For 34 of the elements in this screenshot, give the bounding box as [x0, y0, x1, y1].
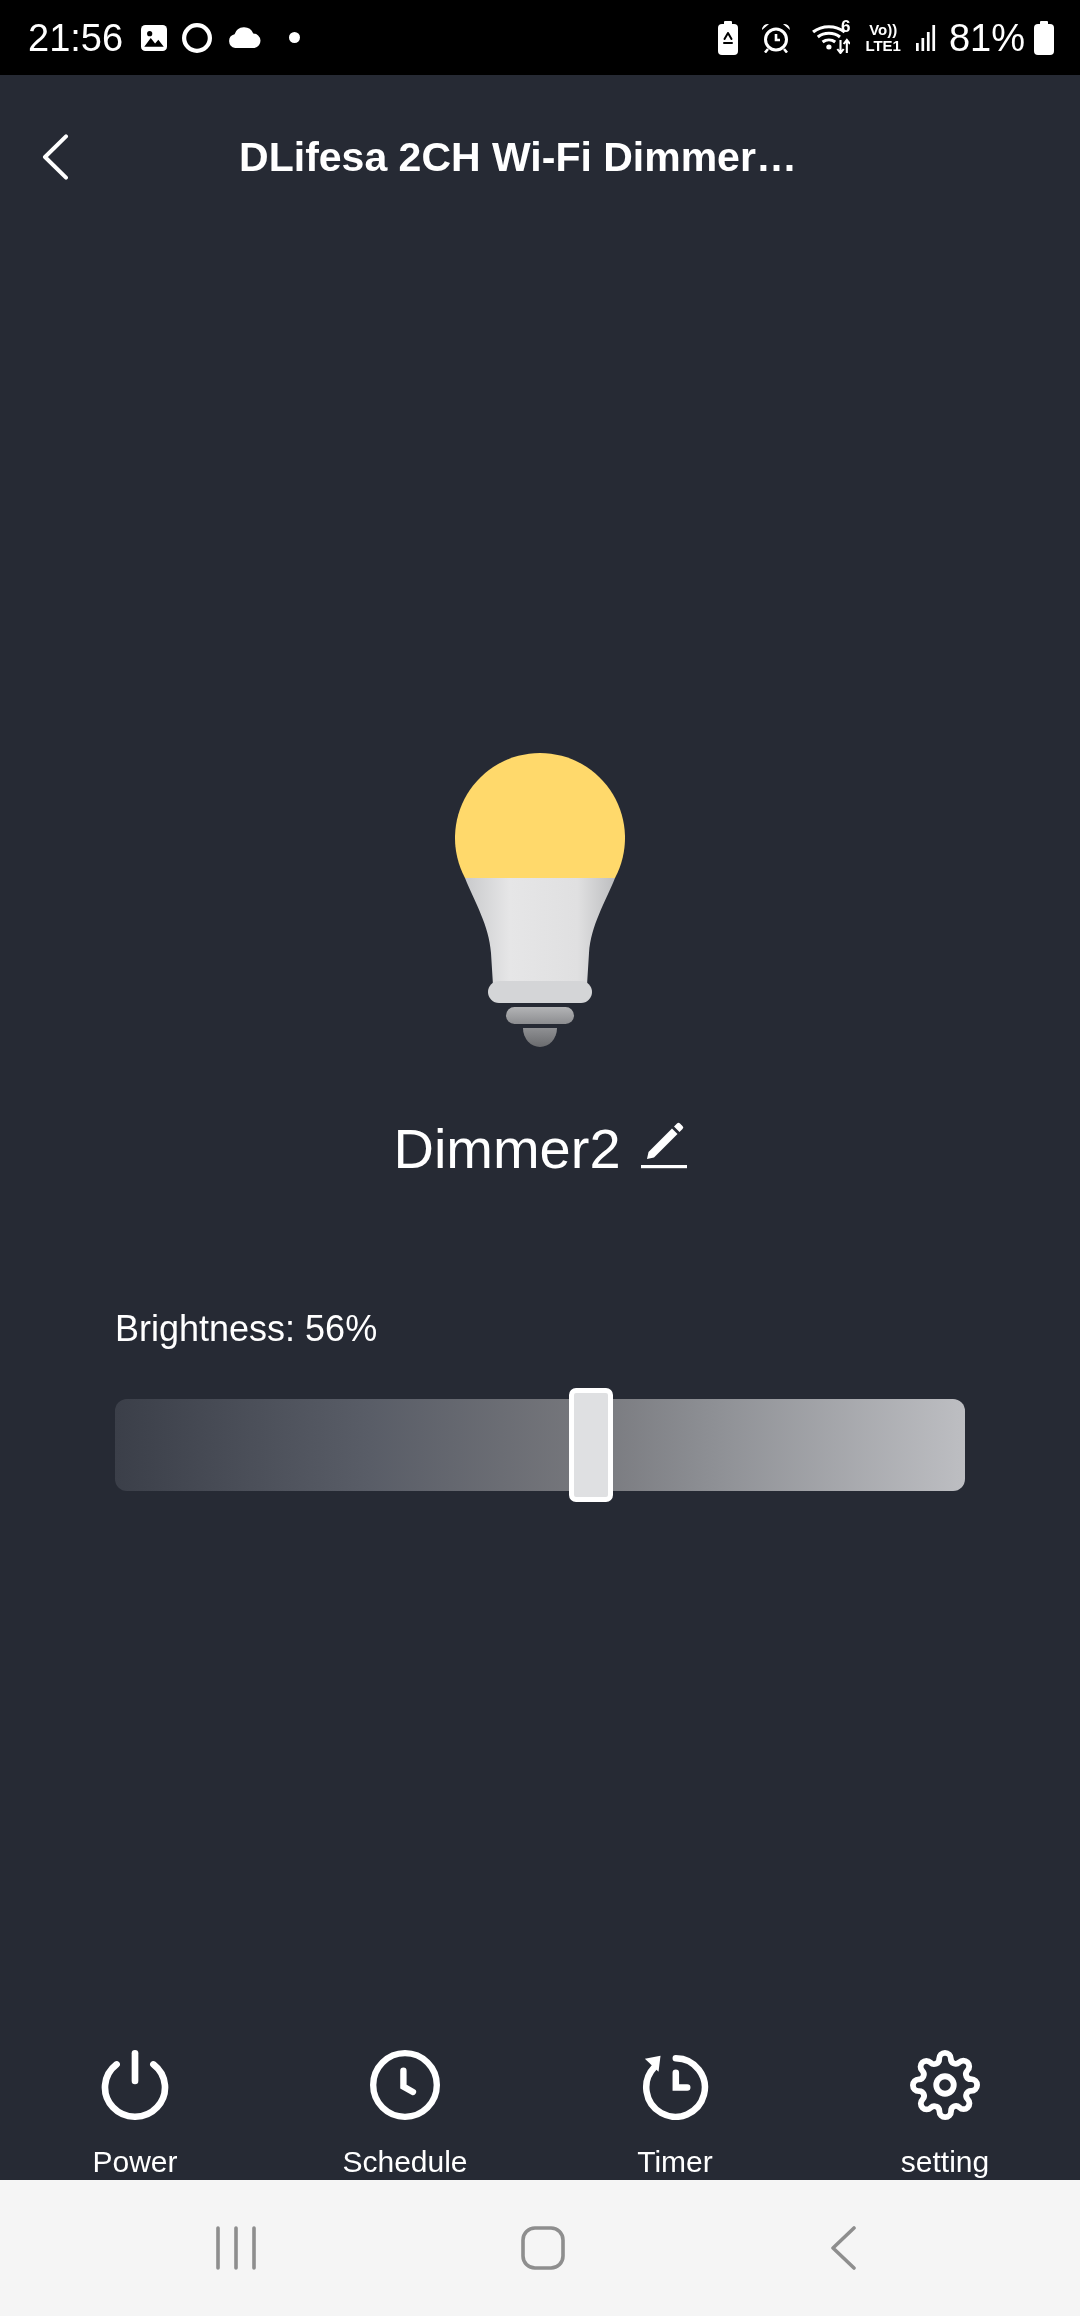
network-label: Vo))	[869, 21, 898, 38]
alarm-icon	[760, 22, 791, 53]
brightness-label: Brightness: 56%	[115, 1307, 379, 1351]
ring-icon	[182, 22, 213, 53]
settings-button[interactable]: setting	[810, 2050, 1080, 2180]
signal-icon	[915, 24, 936, 51]
status-time: 21:56	[28, 15, 124, 60]
back-button[interactable]	[40, 133, 70, 181]
recent-apps-button[interactable]	[216, 2226, 256, 2270]
edit-icon[interactable]	[640, 1121, 687, 1169]
image-icon	[141, 24, 168, 51]
home-button[interactable]	[521, 2226, 565, 2270]
battery-icon	[1034, 20, 1054, 55]
wifi-label: 6	[840, 17, 851, 35]
home-icon	[521, 2226, 565, 2270]
timer-button[interactable]: Timer	[540, 2050, 810, 2180]
settings-icon	[910, 2050, 980, 2120]
battery-saver-icon	[717, 20, 738, 55]
device-name: Dimmer2	[393, 1116, 621, 1182]
slider-thumb[interactable]	[569, 1388, 613, 1502]
schedule-button[interactable]: Schedule	[270, 2050, 540, 2180]
clock-icon	[370, 2050, 440, 2120]
network-label: LTE1	[865, 37, 901, 54]
back-icon	[41, 134, 69, 180]
cloud-icon	[227, 27, 263, 48]
dot-icon	[289, 32, 301, 43]
brightness-slider[interactable]	[115, 1388, 965, 1502]
power-icon	[100, 2050, 170, 2120]
back-icon	[830, 2226, 856, 2270]
page-title: DLifesa 2CH Wi-Fi Dimmer…	[238, 133, 798, 182]
recent-apps-icon	[216, 2226, 256, 2270]
battery-percent: 81%	[948, 15, 1025, 60]
nav-back-button[interactable]	[830, 2226, 856, 2270]
power-button[interactable]: Power	[0, 2050, 270, 2180]
